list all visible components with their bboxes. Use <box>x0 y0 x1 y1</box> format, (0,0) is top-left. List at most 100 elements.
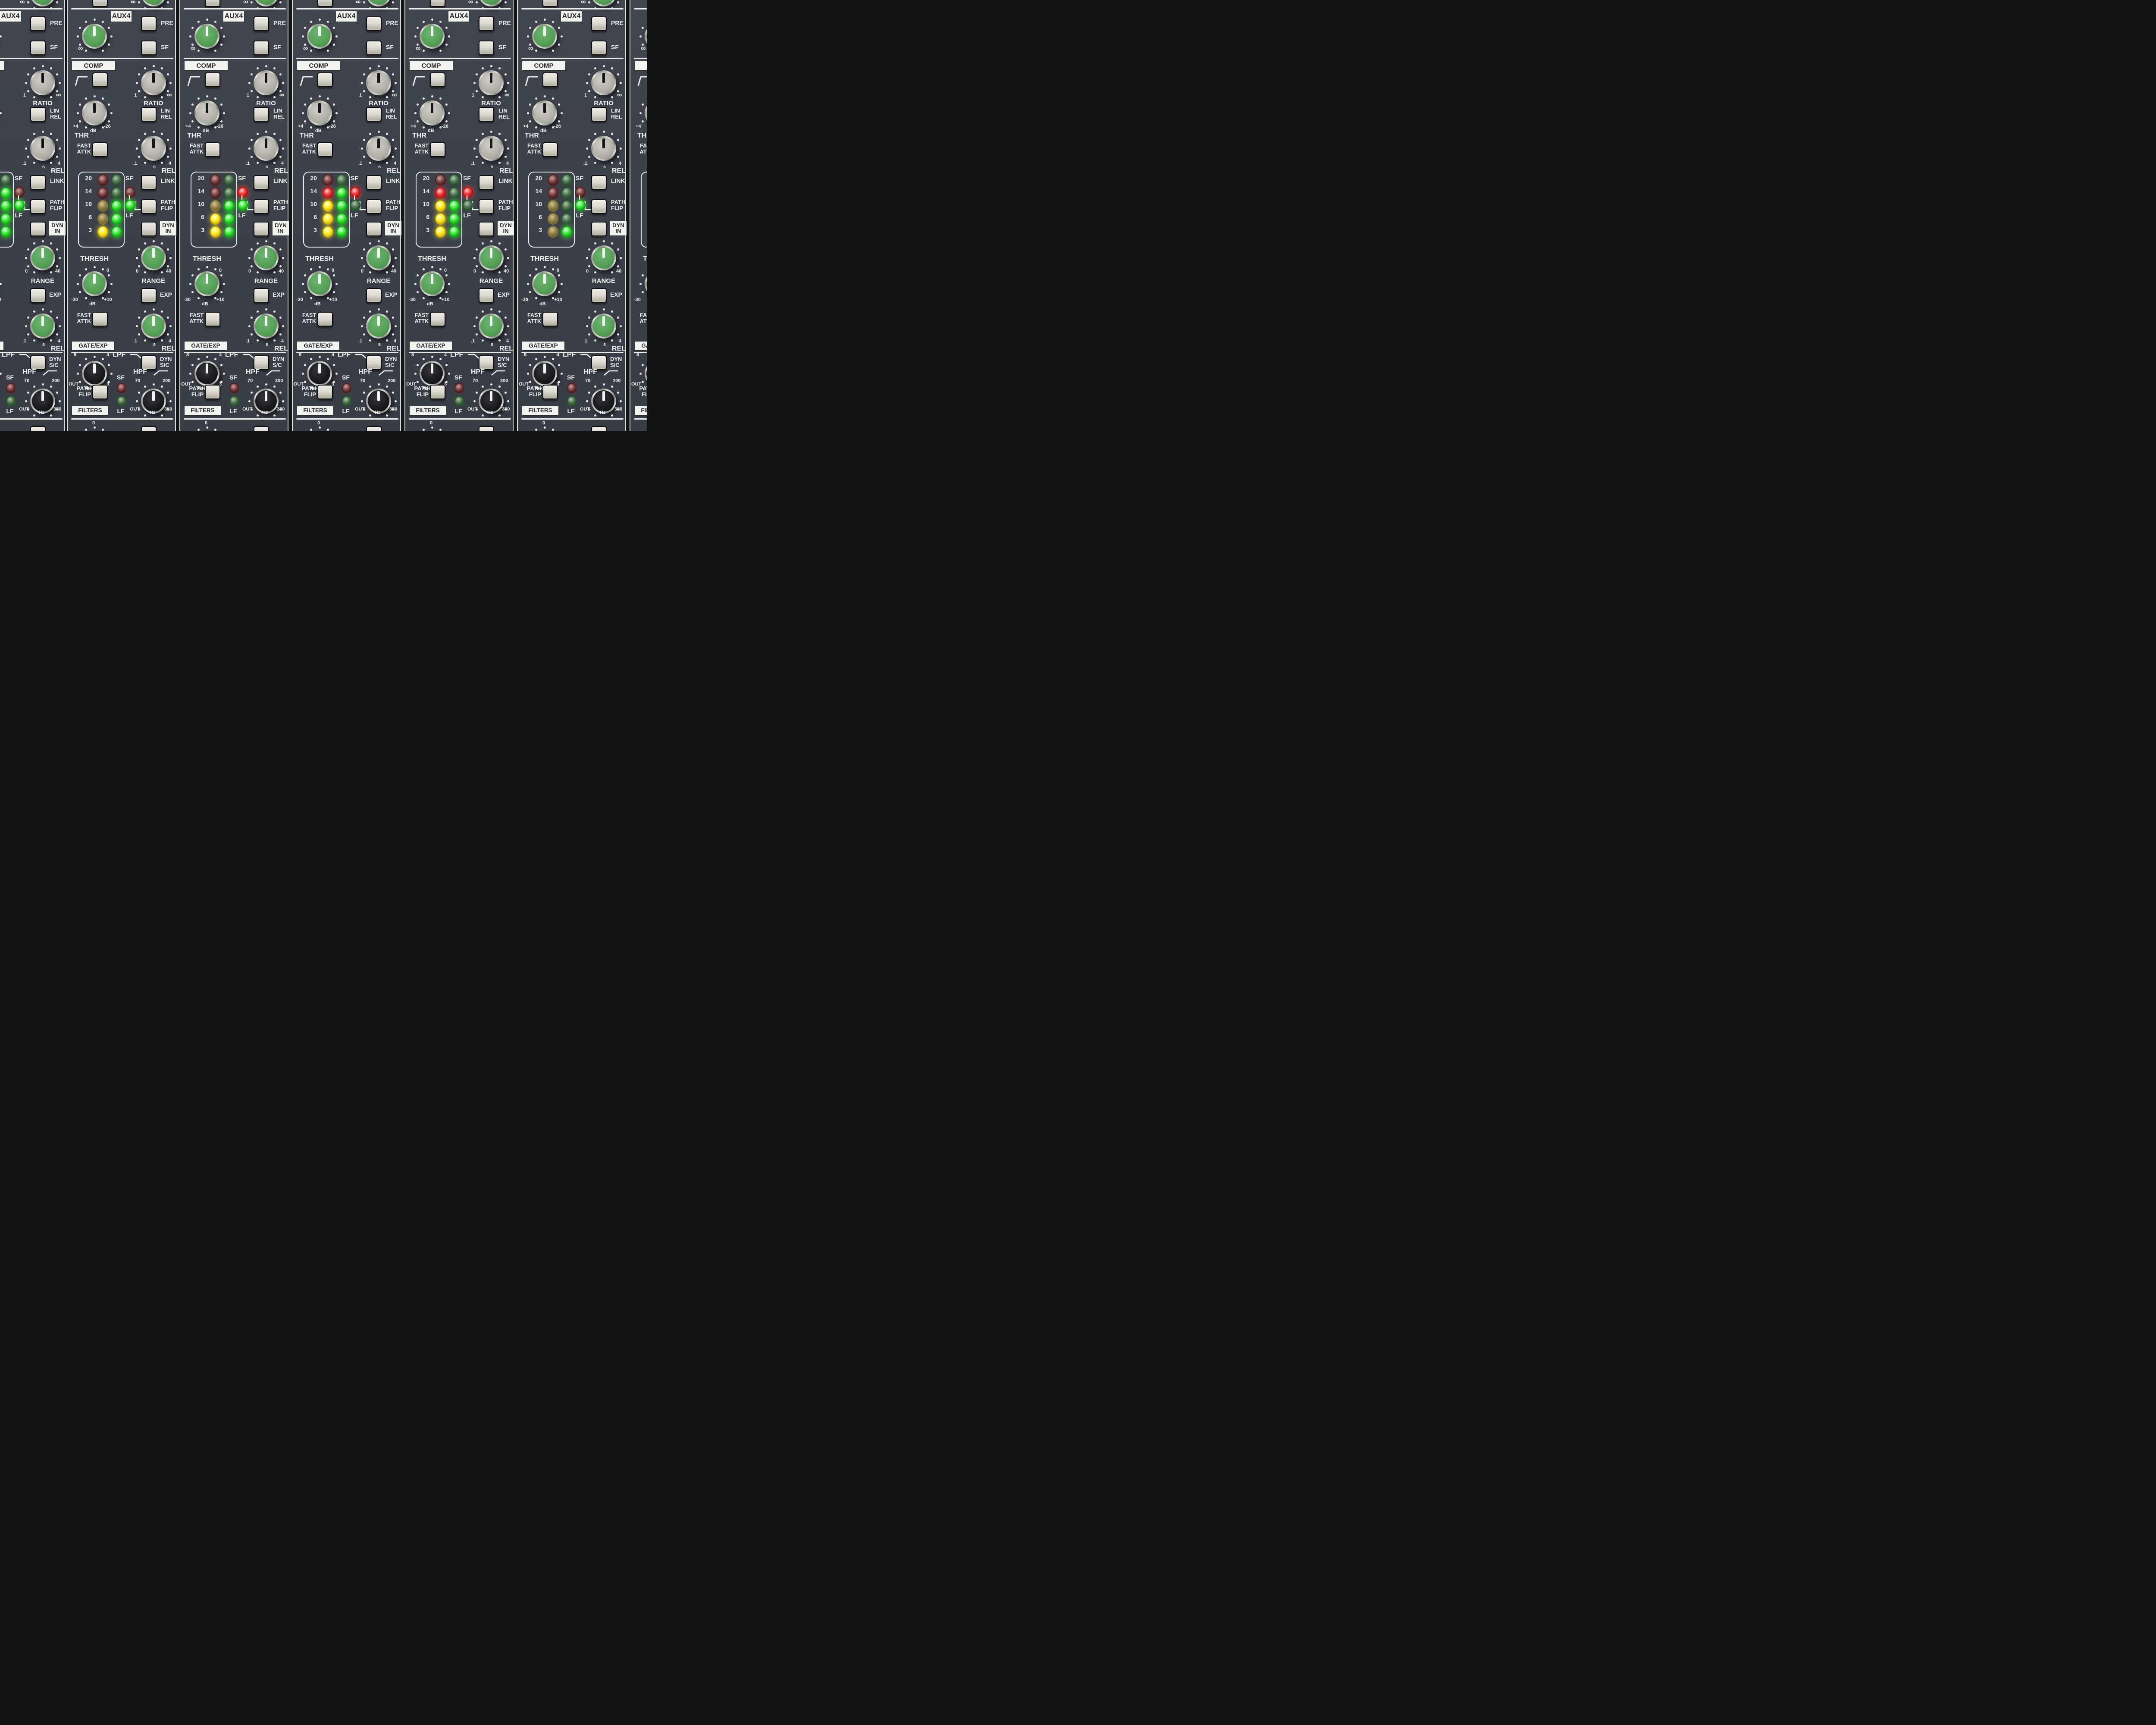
lin-rel-button[interactable] <box>141 107 157 122</box>
filter-path-flip-button[interactable] <box>205 385 220 399</box>
exp-button[interactable] <box>30 288 46 303</box>
exp-button[interactable] <box>366 288 382 303</box>
comp-knee-button[interactable] <box>92 72 108 87</box>
gate-range-knob[interactable] <box>25 240 61 274</box>
filter-path-flip-button[interactable] <box>430 385 445 399</box>
upper-section-button[interactable] <box>430 0 445 7</box>
thr-knob[interactable] <box>301 95 338 129</box>
dyn-in-button[interactable] <box>591 222 607 236</box>
gate-thresh-knob[interactable] <box>189 266 225 300</box>
comp-fast-attack-button[interactable] <box>542 142 558 157</box>
comp-fast-attack-button[interactable] <box>92 142 108 157</box>
gate-range-knob[interactable] <box>135 240 172 274</box>
gate-release-knob[interactable] <box>473 308 509 342</box>
lpf-knob[interactable] <box>301 355 338 389</box>
comp-knee-button[interactable] <box>317 72 333 87</box>
filter-path-flip-button[interactable] <box>317 385 333 399</box>
upper-section-button[interactable] <box>205 0 220 7</box>
gate-release-knob[interactable] <box>25 308 61 342</box>
upper-section-button[interactable] <box>317 0 333 7</box>
lpf-knob[interactable] <box>526 355 563 389</box>
dyn-path-flip-button[interactable] <box>30 199 46 214</box>
gate-fast-attack-button[interactable] <box>430 312 445 326</box>
lin-rel-button[interactable] <box>254 107 269 122</box>
gate-release-knob[interactable] <box>135 308 172 342</box>
thr-knob[interactable] <box>189 95 225 129</box>
upper-section-button[interactable] <box>542 0 558 7</box>
pre-button[interactable] <box>30 16 46 31</box>
upper-section-knob[interactable] <box>27 0 59 10</box>
pre-button[interactable] <box>591 16 607 31</box>
comp-release-knob[interactable] <box>248 130 284 164</box>
comp-release-knob[interactable] <box>586 130 622 164</box>
sf-button[interactable] <box>141 41 157 55</box>
filter-path-flip-button[interactable] <box>542 385 558 399</box>
comp-release-knob[interactable] <box>473 130 509 164</box>
gate-range-knob[interactable] <box>473 240 509 274</box>
dyn-in-button[interactable] <box>366 222 382 236</box>
lin-rel-button[interactable] <box>366 107 382 122</box>
filter-path-flip-button[interactable] <box>92 385 108 399</box>
gate-range-knob[interactable] <box>248 240 284 274</box>
exp-button[interactable] <box>254 288 269 303</box>
gate-thresh-knob[interactable] <box>301 266 338 300</box>
comp-fast-attack-button[interactable] <box>205 142 220 157</box>
thr-knob[interactable] <box>639 100 647 125</box>
ratio-knob[interactable] <box>248 65 284 99</box>
link-button[interactable] <box>479 175 494 190</box>
link-button[interactable] <box>30 175 46 190</box>
comp-release-knob[interactable] <box>360 130 397 164</box>
lin-rel-button[interactable] <box>30 107 46 122</box>
link-button[interactable] <box>366 175 382 190</box>
gate-thresh-knob[interactable] <box>526 266 563 300</box>
dyn-sc-button[interactable] <box>30 355 46 370</box>
dyn-path-flip-button[interactable] <box>591 199 607 214</box>
comp-fast-attack-button[interactable] <box>430 142 445 157</box>
comp-knee-button[interactable] <box>205 72 220 87</box>
exp-button[interactable] <box>591 288 607 303</box>
thr-knob[interactable] <box>76 95 113 129</box>
next-section-button[interactable] <box>479 426 494 431</box>
upper-section-knob[interactable] <box>138 0 169 10</box>
gate-thresh-knob[interactable] <box>76 266 113 300</box>
exp-button[interactable] <box>479 288 494 303</box>
dyn-sc-button[interactable] <box>591 355 607 370</box>
ratio-knob[interactable] <box>360 65 397 99</box>
pre-button[interactable] <box>366 16 382 31</box>
next-section-button[interactable] <box>254 426 269 431</box>
dyn-path-flip-button[interactable] <box>141 199 157 214</box>
link-button[interactable] <box>591 175 607 190</box>
lin-rel-button[interactable] <box>479 107 494 122</box>
dyn-path-flip-button[interactable] <box>254 199 269 214</box>
dyn-path-flip-button[interactable] <box>366 199 382 214</box>
dyn-in-button[interactable] <box>30 222 46 236</box>
lin-rel-button[interactable] <box>591 107 607 122</box>
upper-section-knob[interactable] <box>588 0 620 10</box>
gate-fast-attack-button[interactable] <box>317 312 333 326</box>
pre-button[interactable] <box>141 16 157 31</box>
gate-fast-attack-button[interactable] <box>542 312 558 326</box>
dyn-in-button[interactable] <box>479 222 494 236</box>
dyn-in-button[interactable] <box>141 222 157 236</box>
upper-section-button[interactable] <box>92 0 108 7</box>
lpf-knob[interactable] <box>189 355 225 389</box>
thr-knob[interactable] <box>526 95 563 129</box>
ratio-knob[interactable] <box>586 65 622 99</box>
sf-button[interactable] <box>479 41 494 55</box>
thr-knob[interactable] <box>414 95 450 129</box>
comp-release-knob[interactable] <box>25 130 61 164</box>
next-section-button[interactable] <box>30 426 46 431</box>
dyn-sc-button[interactable] <box>366 355 382 370</box>
dyn-sc-button[interactable] <box>254 355 269 370</box>
gate-range-knob[interactable] <box>360 240 397 274</box>
link-button[interactable] <box>254 175 269 190</box>
sf-button[interactable] <box>254 41 269 55</box>
ratio-knob[interactable] <box>473 65 509 99</box>
dyn-path-flip-button[interactable] <box>479 199 494 214</box>
sf-button[interactable] <box>366 41 382 55</box>
comp-fast-attack-button[interactable] <box>317 142 333 157</box>
comp-knee-button[interactable] <box>542 72 558 87</box>
dyn-sc-button[interactable] <box>141 355 157 370</box>
next-section-button[interactable] <box>366 426 382 431</box>
exp-button[interactable] <box>141 288 157 303</box>
